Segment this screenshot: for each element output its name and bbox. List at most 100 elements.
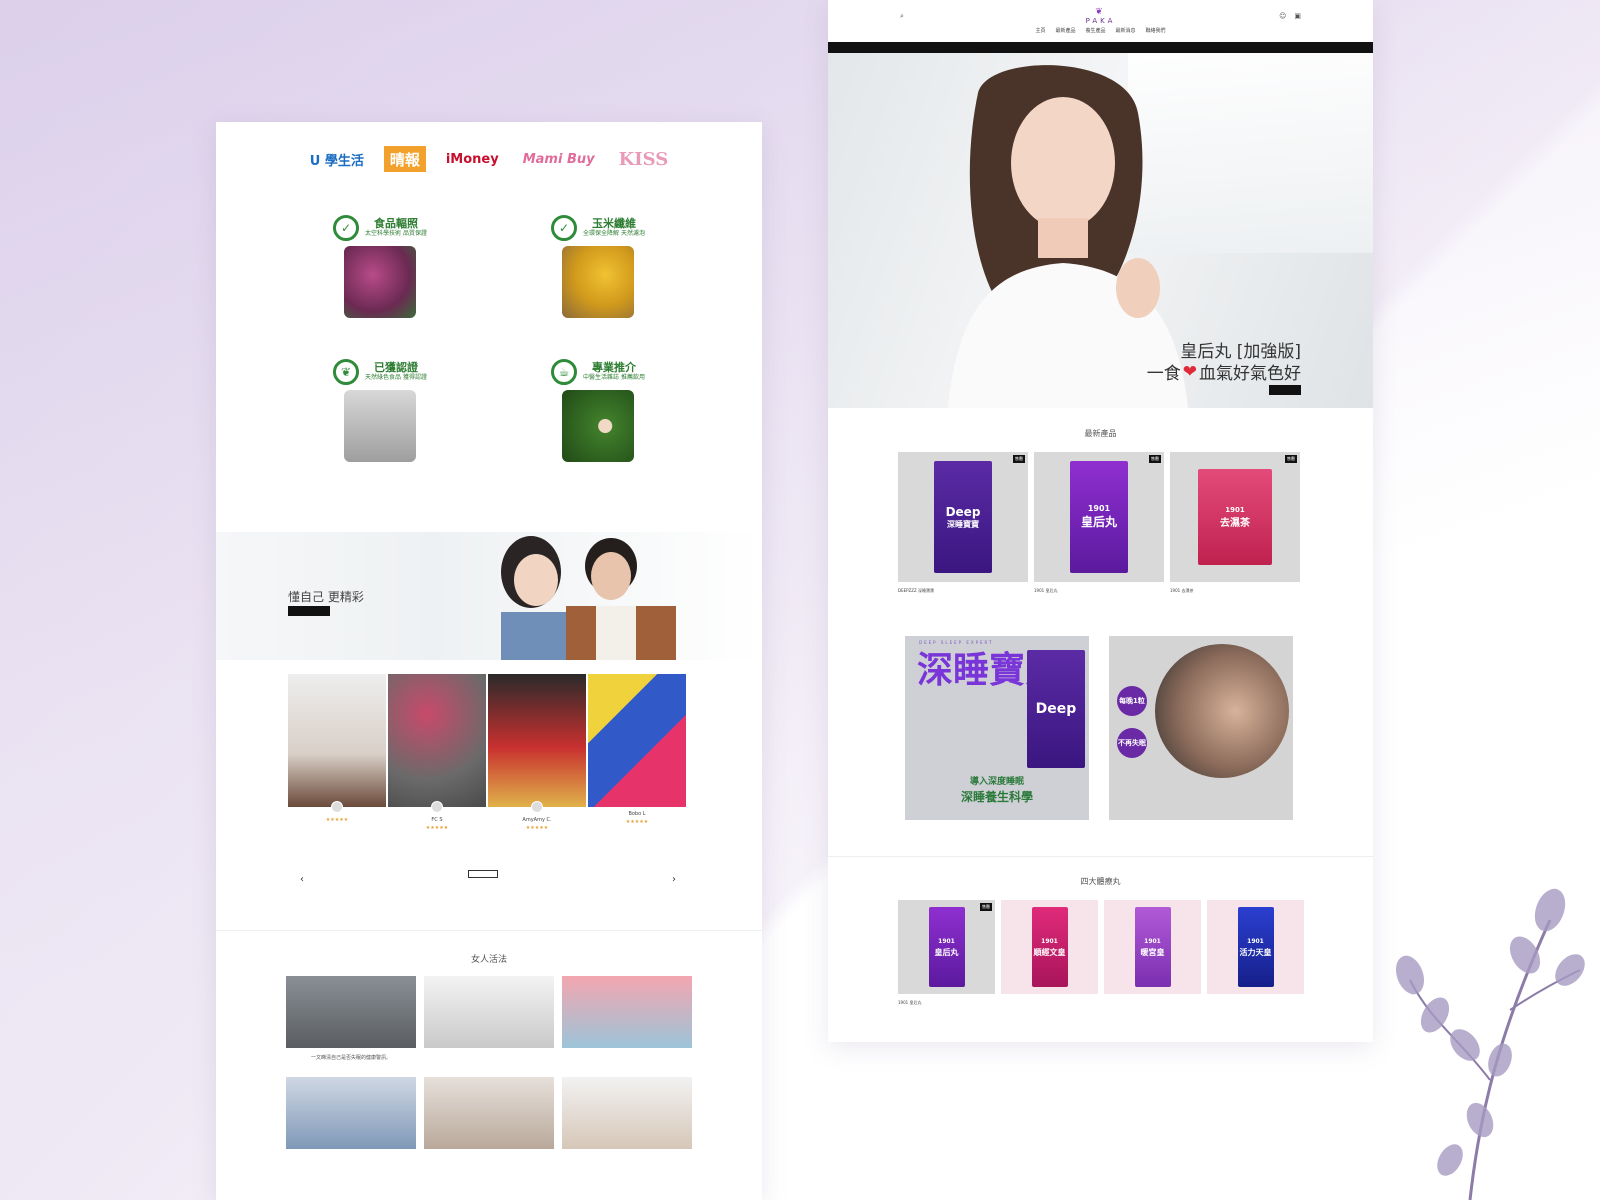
product-image: 售罄 1901 皇后丸 xyxy=(898,900,995,994)
feature-title: 食品輻照 xyxy=(373,217,418,230)
pill-box-vitality: 1901 活力天皇 xyxy=(1237,907,1274,987)
nav-item-home[interactable]: 主頁 xyxy=(1035,27,1045,34)
article-card[interactable] xyxy=(424,976,554,1061)
main-nav: 主頁 最新產品 養生產品 最新消息 聯絡我們 xyxy=(828,27,1373,34)
carousel-prev-icon[interactable]: ‹ xyxy=(300,874,304,885)
deep-product-box: Deep xyxy=(1027,650,1085,768)
woman-portrait-photo xyxy=(948,65,1188,408)
nav-item-new-products[interactable]: 最新產品 xyxy=(1055,27,1075,34)
product-card[interactable]: 售罄 1901 皇后丸 1901 皇后丸 xyxy=(1034,452,1164,600)
shield-check-icon: ✓ xyxy=(551,215,578,241)
badge-no-insomnia: 不再失眠 xyxy=(1117,728,1147,758)
review-photo xyxy=(388,674,486,807)
box-title: 1901 xyxy=(1144,938,1161,945)
box-subtitle: 皇后丸 xyxy=(934,948,959,957)
feature-corn-fiber: ✓ 玉米纖維 全環保全降解 天然濾泡 xyxy=(504,214,692,348)
carousel-next-icon[interactable]: › xyxy=(672,874,676,885)
banner-line2: 深睡養生科學 xyxy=(960,790,1033,804)
product-image: 售罄 1901 皇后丸 xyxy=(1034,452,1164,582)
review-photo xyxy=(588,674,686,807)
feature-grid: ✓ 食品輻照 太空科學技術 品質保證 ✓ 玉米纖維 全環保全降解 天然濾泡 ❦ … xyxy=(216,214,762,492)
sold-out-badge: 售罄 xyxy=(1013,455,1025,463)
star-rating: ★★★★★ xyxy=(325,817,349,823)
sleeping-woman-photo xyxy=(1155,644,1289,778)
box-title: 1901 xyxy=(1225,505,1245,514)
customer-reviews-carousel: ★★★★★ FC S ★★★★★ AmyAmy C. ★★★★★ Bobo L … xyxy=(288,674,688,854)
star-rating: ★★★★★ xyxy=(425,825,449,831)
review-card[interactable]: FC S ★★★★★ xyxy=(388,674,486,854)
product-image: 1901 順經文皇 xyxy=(1001,900,1098,994)
nav-item-contact[interactable]: 聯絡我們 xyxy=(1146,27,1166,34)
badge-one-per-night: 每晚1粒 xyxy=(1117,686,1147,716)
article-photo xyxy=(424,1077,554,1149)
feature-title: 專業推介 xyxy=(591,361,636,374)
box-subtitle: 活力天皇 xyxy=(1239,948,1272,957)
media-logos: U 學生活 晴報 iMoney Mami Buy KISS xyxy=(216,142,762,176)
four-pills-grid: 售罄 1901 皇后丸 1901 皇后丸 1901 順經文皇 1901 暖宮皇 … xyxy=(898,900,1304,1012)
main-hero-banner: 皇后丸 [加強版] 一食 ❤ 血氣好氣色好 xyxy=(828,53,1373,408)
review-card[interactable]: AmyAmy C. ★★★★★ xyxy=(488,674,586,854)
article-card[interactable] xyxy=(286,1077,416,1155)
product-card[interactable]: 售罄 1901 去濕茶 1901 去濕茶 xyxy=(1170,452,1300,600)
new-products-grid: 售罄 Deep 深睡寶寶 DEEPZZZ 深睡寶寶 售罄 1901 皇后丸 19… xyxy=(898,452,1300,600)
pill-box-queen: 1901 皇后丸 xyxy=(928,907,965,987)
pill-product-card[interactable]: 1901 活力天皇 xyxy=(1207,900,1304,1012)
feature-title: 已獲認證 xyxy=(373,361,418,374)
product-card[interactable]: 售罄 Deep 深睡寶寶 DEEPZZZ 深睡寶寶 xyxy=(898,452,1028,600)
box-subtitle: 皇后丸 xyxy=(1080,515,1117,529)
product-name xyxy=(1104,1000,1201,1012)
box-title: 1901 xyxy=(938,938,955,945)
article-card[interactable] xyxy=(562,976,692,1061)
feature-subtitle: 全環保全降解 天然濾泡 xyxy=(583,230,645,237)
article-photo xyxy=(424,976,554,1048)
review-card[interactable]: ★★★★★ xyxy=(288,674,386,854)
user-icon[interactable]: ☺ xyxy=(1279,12,1286,20)
site-header: ⌕ ❦ PAKA 主頁 最新產品 養生產品 最新消息 聯絡我們 ☺ ▣ xyxy=(828,0,1373,42)
review-card[interactable]: Bobo L ★★★★★ xyxy=(588,674,686,854)
review-name: Bobo L xyxy=(628,811,646,817)
pill-product-card[interactable]: 1901 順經文皇 xyxy=(1001,900,1098,1012)
section-title-new-products: 最新產品 xyxy=(1084,429,1117,438)
feature-recommended: ☕ 專業推介 中醫生活雜誌 推薦飲用 xyxy=(504,358,692,492)
sold-out-badge: 售罄 xyxy=(1149,455,1161,463)
article-card[interactable]: 一文睇清自己是否失眠的健康警訊。 xyxy=(286,976,416,1061)
feature-subtitle: 中醫生活雜誌 推薦飲用 xyxy=(583,374,645,381)
article-photo xyxy=(562,976,692,1048)
cart-icon[interactable]: ▣ xyxy=(1294,12,1301,20)
promo-banners: DEEP SLEEP EXPERT 深睡寶寶 Deep 導入深度睡眠 深睡養生科… xyxy=(905,636,1293,820)
hero-cta-button[interactable] xyxy=(288,606,330,616)
hero-shop-button[interactable] xyxy=(1269,385,1301,395)
sleeping-woman-banner[interactable]: 每晚1粒 不再失眠 xyxy=(1109,636,1293,820)
product-name: DEEPZZZ 深睡寶寶 xyxy=(898,588,935,593)
media-logo-u-lifestyle[interactable]: U 學生活 xyxy=(306,146,368,172)
section-divider xyxy=(828,856,1373,857)
article-card[interactable] xyxy=(424,1077,554,1155)
article-caption: 一文睇清自己是否失眠的健康警訊。 xyxy=(310,1055,391,1061)
more-reviews-button[interactable] xyxy=(468,870,498,878)
star-rating: ★★★★★ xyxy=(625,819,649,825)
nav-item-news[interactable]: 最新消息 xyxy=(1116,27,1136,34)
box-subtitle: 深睡寶寶 xyxy=(947,519,979,529)
right-page-mockup: ⌕ ❦ PAKA 主頁 最新產品 養生產品 最新消息 聯絡我們 ☺ ▣ 皇后丸 … xyxy=(828,0,1373,1042)
review-name: FC S xyxy=(431,817,443,823)
media-logo-imoney[interactable]: iMoney xyxy=(442,146,503,172)
hero-title-prefix: 一食 xyxy=(1146,364,1181,384)
certificate-photo xyxy=(344,390,416,462)
media-logo-skypost[interactable]: 晴報 xyxy=(383,146,426,172)
pill-product-card[interactable]: 1901 暖宮皇 xyxy=(1104,900,1201,1012)
heart-icon: ❤ xyxy=(1182,361,1197,382)
deep-sleep-banner[interactable]: DEEP SLEEP EXPERT 深睡寶寶 Deep 導入深度睡眠 深睡養生科… xyxy=(905,636,1089,820)
pill-product-card[interactable]: 售罄 1901 皇后丸 1901 皇后丸 xyxy=(898,900,995,1012)
media-logo-kiss[interactable]: KISS xyxy=(615,146,673,172)
article-grid: 一文睇清自己是否失眠的健康警訊。 xyxy=(286,976,692,1155)
product-box-queen-pill: 1901 皇后丸 xyxy=(1070,461,1128,573)
article-card[interactable] xyxy=(562,1077,692,1155)
box-subtitle: 暖宮皇 xyxy=(1140,948,1165,957)
hero-title-suffix: 血氣好氣色好 xyxy=(1199,364,1301,384)
rose-tea-photo xyxy=(344,246,416,318)
media-logo-mamibuy[interactable]: Mami Buy xyxy=(519,146,599,172)
product-box-deep: Deep 深睡寶寶 xyxy=(934,461,992,573)
nav-item-health-products[interactable]: 養生產品 xyxy=(1085,27,1105,34)
hero-title: 懂自己 更精彩 xyxy=(288,590,364,604)
product-image: 1901 暖宮皇 xyxy=(1104,900,1201,994)
